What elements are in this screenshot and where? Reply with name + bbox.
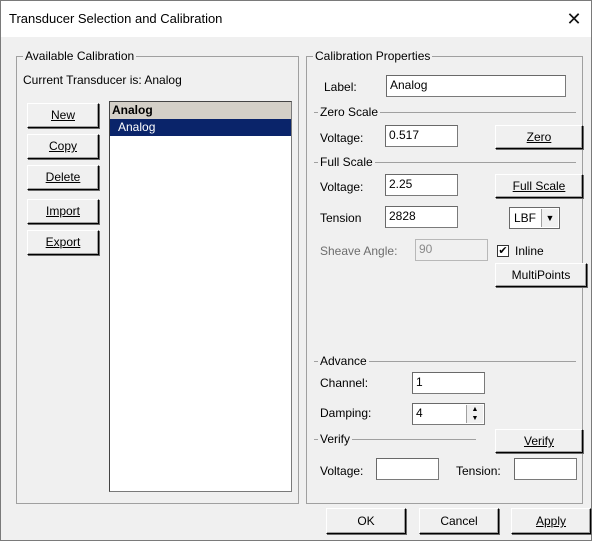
channel-field[interactable]: 1 [412, 372, 485, 394]
channel-caption: Channel: [320, 376, 369, 390]
tension-caption: Tension [320, 211, 362, 225]
apply-button-label: Apply [535, 514, 567, 528]
apply-button[interactable]: Apply [511, 508, 591, 534]
verify-voltage-field[interactable] [376, 458, 439, 480]
multipoints-button[interactable]: MultiPoints [495, 263, 587, 287]
new-button-label: New [50, 108, 75, 122]
sheave-angle-caption: Sheave Angle: [320, 244, 398, 258]
spin-up-icon[interactable]: ▲ [467, 405, 483, 414]
new-button[interactable]: New [27, 103, 99, 128]
verify-button[interactable]: Verify [495, 429, 583, 453]
verify-voltage-caption: Voltage: [320, 464, 364, 478]
verify-tension-field[interactable] [514, 458, 577, 480]
sheave-angle-field: 90 [415, 239, 488, 261]
verify-button-label: Verify [523, 434, 554, 448]
chevron-down-icon[interactable]: ▼ [541, 209, 558, 227]
unit-select[interactable]: LBF ▼ [509, 207, 560, 229]
title-bar: Transducer Selection and Calibration ✕ [1, 1, 591, 37]
inline-checkbox[interactable]: ✔ [497, 245, 509, 257]
full-scale-button-label: Full Scale [512, 179, 566, 193]
window-title: Transducer Selection and Calibration [9, 11, 223, 26]
tension-field[interactable]: 2828 [385, 206, 458, 228]
calibration-properties-title: Calibration Properties [313, 49, 433, 63]
full-voltage-caption: Voltage: [320, 180, 364, 194]
close-icon[interactable]: ✕ [563, 8, 585, 30]
damping-value: 4 [416, 406, 423, 420]
zero-voltage-caption: Voltage: [320, 131, 364, 145]
zero-scale-title: Zero Scale [318, 105, 381, 119]
export-button-label: Export [45, 235, 81, 249]
import-button-label: Import [45, 204, 80, 218]
full-scale-button[interactable]: Full Scale [495, 174, 583, 198]
label-field[interactable]: Analog [386, 75, 566, 97]
zero-button-label: Zero [526, 130, 552, 144]
label-caption: Label: [324, 80, 357, 94]
damping-spinner[interactable]: 4 ▲ ▼ [412, 403, 485, 425]
cancel-button[interactable]: Cancel [419, 508, 499, 534]
copy-button-label: Copy [48, 139, 77, 153]
import-button[interactable]: Import [27, 199, 99, 224]
spinner-arrows[interactable]: ▲ ▼ [466, 405, 483, 423]
current-transducer-text: Current Transducer is: Analog [23, 73, 182, 87]
verify-title: Verify [318, 432, 353, 446]
list-header: Analog [110, 102, 291, 119]
unit-value: LBF [514, 211, 537, 225]
full-voltage-field[interactable]: 2.25 [385, 174, 458, 196]
spin-down-icon[interactable]: ▼ [467, 414, 483, 423]
advance-title: Advance [318, 354, 369, 368]
full-scale-title: Full Scale [318, 155, 375, 169]
calibration-list[interactable]: Analog Analog [109, 101, 292, 492]
delete-button[interactable]: Delete [27, 165, 99, 190]
damping-caption: Damping: [320, 406, 372, 420]
zero-voltage-field[interactable]: 0.517 [385, 125, 458, 147]
inline-label: Inline [515, 244, 544, 258]
calibration-dialog: Transducer Selection and Calibration ✕ A… [0, 0, 592, 541]
verify-tension-caption: Tension: [456, 464, 501, 478]
zero-button[interactable]: Zero [495, 125, 583, 149]
ok-button[interactable]: OK [326, 508, 406, 534]
copy-button[interactable]: Copy [27, 134, 99, 159]
export-button[interactable]: Export [27, 230, 99, 255]
list-item[interactable]: Analog [110, 119, 291, 136]
available-calibration-title: Available Calibration [23, 49, 137, 63]
delete-button-label: Delete [45, 170, 81, 184]
